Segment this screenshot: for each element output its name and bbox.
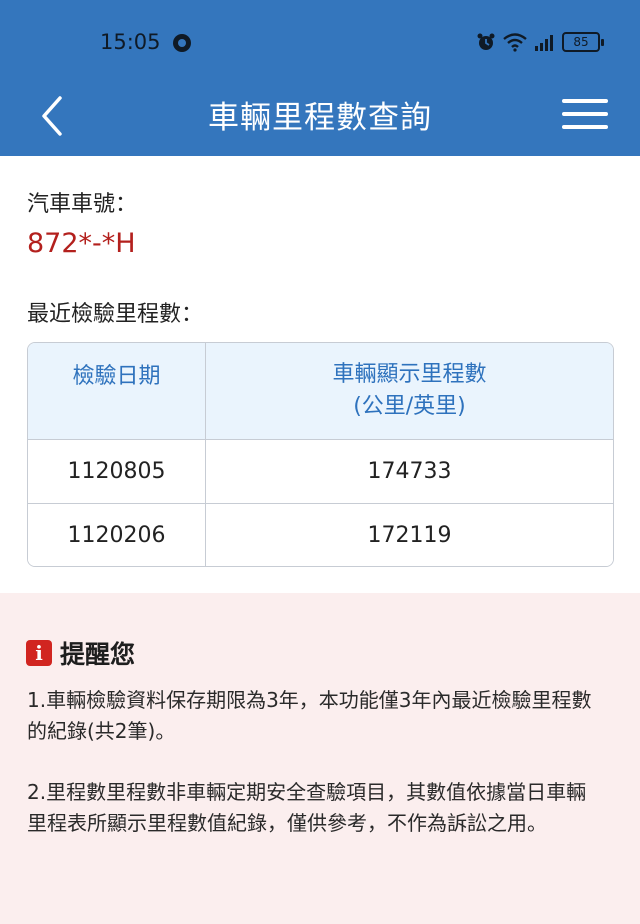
hamburger-menu-line (562, 112, 608, 116)
signal-icon (535, 35, 553, 51)
app-bar: 車輛里程數查詢 (0, 80, 640, 156)
table-header: 檢驗日期 車輛顯示里程數 (公里/英里) (28, 343, 613, 440)
page-title: 車輛里程數查詢 (208, 100, 432, 136)
recent-mileage-label: 最近檢驗里程數： (27, 302, 204, 327)
reminder-note-2: 2.里程數里程數非車輛定期安全查驗項目，其數值依據當日車輛里程表所顯示里程數值紀… (27, 780, 587, 835)
row-reading: 172119 (367, 522, 452, 548)
header-reading-unit: (公里/英里) (353, 394, 466, 419)
hamburger-menu-line (562, 125, 608, 129)
header-reading: 車輛顯示里程數 (公里/英里) (206, 343, 613, 439)
plate-label: 汽車車號： (27, 192, 138, 217)
info-icon: i (26, 640, 52, 666)
row-date: 1120805 (28, 440, 206, 503)
battery-icon: 85 (562, 32, 604, 52)
status-time: 15:05 (100, 30, 161, 54)
header-reading-title: 車輛顯示里程數 (332, 362, 487, 387)
reminder-header: i 提醒您 (26, 635, 135, 671)
header-date: 檢驗日期 (28, 343, 206, 439)
app-notification-icon (173, 34, 191, 52)
hamburger-menu-icon (562, 99, 608, 103)
plate-value: 872*-*H (27, 228, 136, 259)
reminder-panel: i 提醒您 1.車輛檢驗資料保存期限為3年，本功能僅3年內最近檢驗里程數的紀錄(… (0, 593, 640, 924)
table-row: 1120805 174733 (28, 440, 613, 503)
reminder-title: 提醒您 (60, 640, 136, 669)
wifi-icon (503, 33, 527, 52)
reminder-note-1: 1.車輛檢驗資料保存期限為3年，本功能僅3年內最近檢驗里程數的紀錄(共2筆)。 (27, 688, 592, 743)
battery-level: 85 (573, 35, 589, 49)
status-icons: 85 (476, 30, 604, 54)
status-bar: 15:05 85 (0, 0, 640, 80)
alarm-icon (477, 33, 495, 50)
table-row: 1120206 172119 (28, 503, 613, 566)
row-date: 1120206 (28, 504, 206, 566)
row-reading: 174733 (367, 459, 452, 484)
menu-button[interactable] (562, 92, 610, 136)
mileage-table: 檢驗日期 車輛顯示里程數 (公里/英里) 1120805 174733 1120… (27, 342, 614, 567)
